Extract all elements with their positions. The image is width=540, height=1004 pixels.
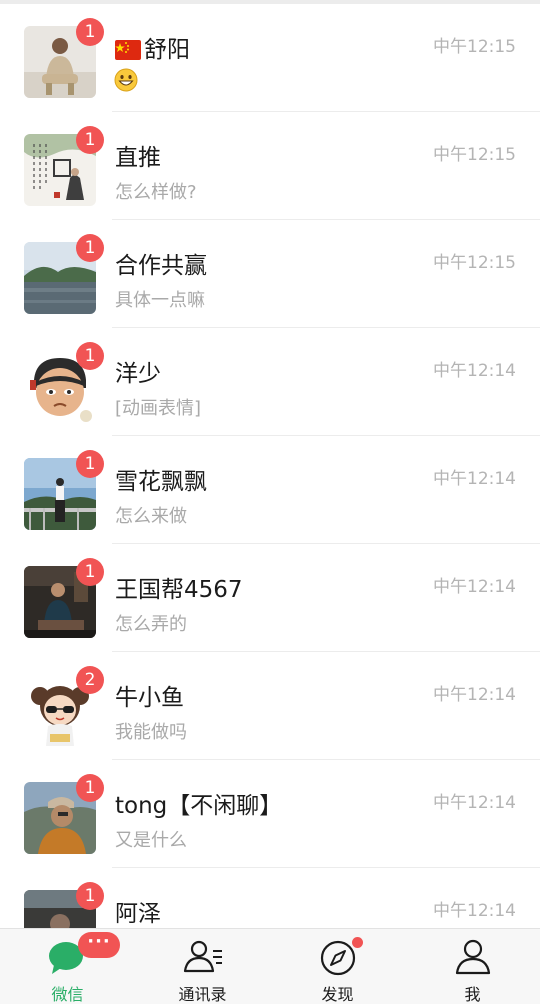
tab-chats[interactable]: ··· 微信 (0, 929, 135, 1004)
unread-badge: 1 (76, 558, 104, 586)
chat-row-4[interactable]: 1 雪花飘飘 中午12:14 怎么来做 (0, 436, 540, 544)
chat-list: 1 舒阳 中午12:15 1 直推 中午12:15 怎么样做? 1 合作共赢 中… (0, 4, 540, 976)
chat-name: 舒阳 (115, 30, 190, 64)
chat-row-3[interactable]: 1 洋少 中午12:14 [动画表情] (0, 328, 540, 436)
chat-name: tong【不闲聊】 (115, 793, 283, 819)
chat-name: 洋少 (115, 361, 161, 387)
tab-label: 微信 (51, 985, 84, 1004)
chat-row-0[interactable]: 1 舒阳 中午12:15 (0, 4, 540, 112)
avatar-wrap: 1 (24, 126, 104, 206)
chat-preview: 具体一点嘛 (115, 290, 205, 311)
unread-badge: 1 (76, 126, 104, 154)
unread-badge: 1 (76, 18, 104, 46)
chat-row-6[interactable]: 2 牛小鱼 中午12:14 我能做吗 (0, 652, 540, 760)
chat-name: 王国帮4567 (115, 577, 243, 603)
avatar-wrap: 1 (24, 18, 104, 98)
unread-dots-badge: ··· (78, 932, 120, 958)
avatar-wrap: 1 (24, 774, 104, 854)
wechat-chat-list-screen: 1 舒阳 中午12:15 1 直推 中午12:15 怎么样做? 1 合作共赢 中… (0, 0, 540, 1004)
tab-discover[interactable]: 发现 (270, 929, 405, 1004)
avatar-wrap: 2 (24, 666, 104, 746)
chat-row-2[interactable]: 1 合作共赢 中午12:15 具体一点嘛 (0, 220, 540, 328)
chat-preview: 怎么弄的 (115, 614, 187, 635)
avatar-wrap: 1 (24, 234, 104, 314)
unread-badge: 1 (76, 774, 104, 802)
grinning-face-emoji (114, 68, 138, 92)
chat-row-5[interactable]: 1 王国帮4567 中午12:14 怎么弄的 (0, 544, 540, 652)
chat-time: 中午12:14 (433, 793, 516, 813)
tab-contacts[interactable]: 通讯录 (135, 929, 270, 1004)
notification-dot (352, 937, 363, 948)
chat-row-1[interactable]: 1 直推 中午12:15 怎么样做? (0, 112, 540, 220)
chat-name-text: 舒阳 (144, 37, 190, 63)
chat-time: 中午12:15 (433, 37, 516, 57)
unread-badge: 1 (76, 234, 104, 262)
chat-row-7[interactable]: 1 tong【不闲聊】 中午12:14 又是什么 (0, 760, 540, 868)
chat-time: 中午12:14 (433, 901, 516, 921)
contacts-icon (183, 940, 222, 973)
unread-badge: 1 (76, 342, 104, 370)
tab-label: 发现 (321, 985, 354, 1004)
chat-name: 牛小鱼 (115, 685, 184, 711)
chat-name: 直推 (115, 145, 161, 171)
chat-time: 中午12:14 (433, 469, 516, 489)
chat-time: 中午12:15 (433, 253, 516, 273)
china-flag-icon (115, 40, 141, 60)
chat-name: 雪花飘飘 (115, 469, 207, 495)
person-icon (455, 939, 490, 975)
chat-preview: [动画表情] (115, 398, 202, 419)
chat-preview: 怎么样做? (115, 182, 197, 203)
chat-time: 中午12:14 (433, 577, 516, 597)
tab-label: 我 (464, 985, 481, 1004)
chat-name: 合作共赢 (115, 253, 207, 279)
chat-preview: 怎么来做 (115, 506, 187, 527)
chat-preview: 我能做吗 (115, 722, 187, 743)
chat-preview: 又是什么 (115, 830, 187, 851)
unread-badge: 1 (76, 450, 104, 478)
avatar-wrap: 1 (24, 558, 104, 638)
chat-time: 中午12:15 (433, 145, 516, 165)
tab-label: 通讯录 (178, 985, 227, 1004)
chat-time: 中午12:14 (433, 685, 516, 705)
avatar-wrap: 1 (24, 450, 104, 530)
tab-me[interactable]: 我 (405, 929, 540, 1004)
bottom-tab-bar: ··· 微信 通讯录 发现 我 (0, 928, 540, 1004)
unread-badge: 1 (76, 882, 104, 910)
unread-badge: 2 (76, 666, 104, 694)
avatar-wrap: 1 (24, 342, 104, 422)
chat-name: 阿泽 (115, 901, 161, 927)
chat-time: 中午12:14 (433, 361, 516, 381)
